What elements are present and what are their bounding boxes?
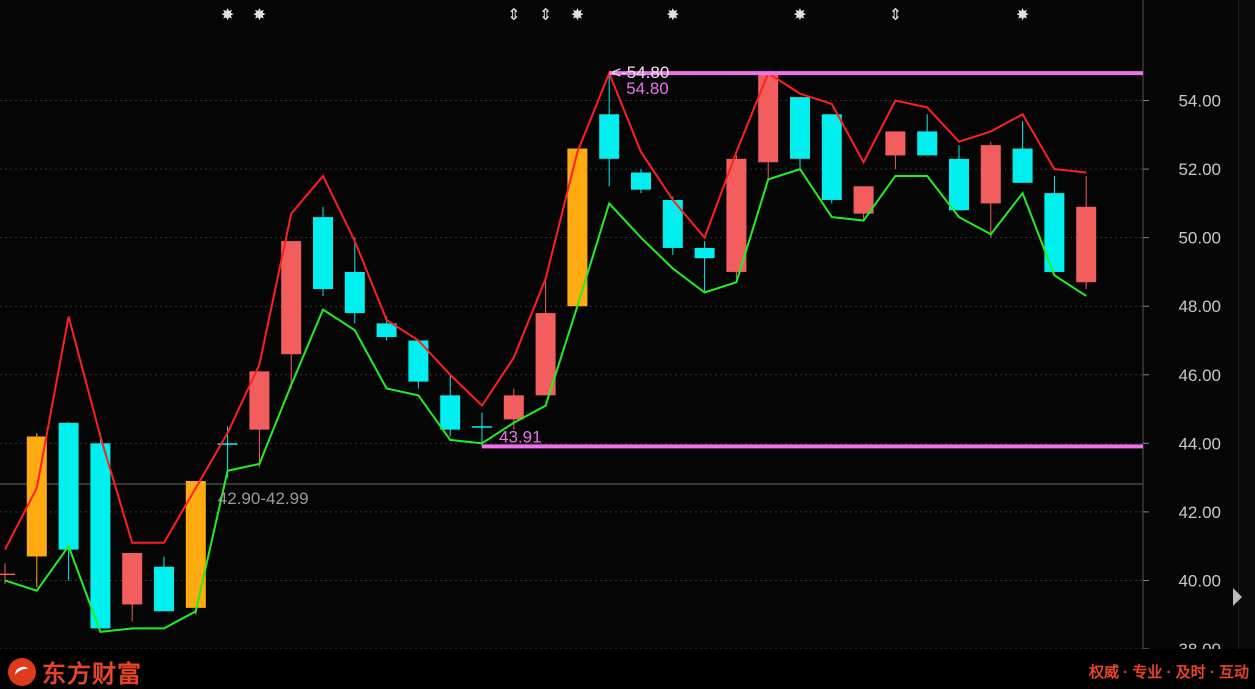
candle-body	[281, 241, 302, 355]
candle-body	[1076, 206, 1097, 283]
candle-body	[599, 114, 620, 159]
right-side-strip[interactable]	[1238, 0, 1255, 649]
candle-body	[1012, 148, 1033, 183]
logo-icon	[8, 657, 36, 686]
signal-marker-icon: ✸	[793, 5, 806, 24]
y-tick-label: 40.00	[1178, 571, 1221, 590]
candle-body	[631, 172, 651, 190]
signal-marker-icon: ✸	[666, 5, 679, 24]
candle-body	[503, 395, 524, 420]
signal-marker-icon: ✸	[1016, 5, 1029, 24]
candle-body	[472, 426, 492, 428]
candle-body	[980, 145, 1001, 204]
y-tick-label: 38.00	[1178, 640, 1221, 649]
candle-body	[949, 158, 969, 211]
y-tick-label: 50.00	[1178, 229, 1221, 248]
high-value-label: 54.80	[626, 79, 669, 98]
y-tick-label: 42.00	[1178, 503, 1221, 522]
signal-marker-icon: ✸	[571, 5, 584, 24]
expand-arrow-icon[interactable]	[1233, 588, 1242, 606]
signal-marker-icon: ✸	[221, 5, 234, 24]
low-value-label: 43.91	[499, 427, 542, 446]
signal-marker-icon: ⇕	[889, 5, 902, 24]
slogan: 权威 · 专业 · 及时 · 互动	[1089, 664, 1249, 681]
candle-body	[917, 131, 938, 156]
candle-body	[821, 114, 842, 200]
signal-marker-icon: ⇕	[539, 5, 552, 24]
candle-body	[344, 271, 365, 314]
signal-marker-icon: ⇕	[507, 5, 520, 24]
logo-text: 东方财富	[42, 661, 142, 688]
brand-footer: 东方财富 权威 · 专业 · 及时 · 互动	[0, 649, 1255, 689]
y-tick-label: 44.00	[1178, 434, 1221, 453]
brand-logo: 东方财富	[8, 654, 142, 689]
candle-body	[440, 395, 461, 430]
candle-body	[0, 573, 15, 576]
candle-body	[885, 131, 906, 156]
y-tick-label: 46.00	[1178, 366, 1221, 385]
candle-body	[58, 422, 79, 550]
candle-body	[90, 443, 111, 629]
candle-body	[694, 247, 715, 259]
range-label: 42.90-42.99	[218, 489, 309, 508]
candle-body	[122, 553, 143, 605]
candlestick-chart: 38.00 40.00 42.00 44.00 46.00 48.00 50.00 52.00…	[0, 0, 1221, 649]
candle-body	[154, 566, 174, 612]
candle-body	[758, 73, 779, 163]
signal-marker-icon: ✸	[253, 5, 266, 24]
y-tick-label: 48.00	[1178, 297, 1221, 316]
y-tick-label: 52.00	[1178, 160, 1221, 179]
y-tick-label: 54.00	[1178, 92, 1221, 111]
candle-body	[1044, 193, 1065, 272]
lower-band-line	[4, 167, 1087, 633]
candle-body	[790, 97, 810, 159]
candle-body	[313, 217, 333, 290]
candle-body	[726, 158, 747, 272]
